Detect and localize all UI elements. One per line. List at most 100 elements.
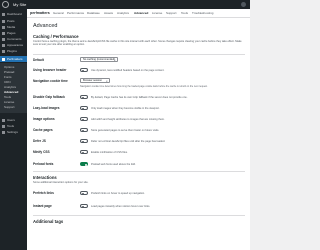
- cookie-time-select[interactable]: Browser session ▾: [80, 78, 110, 83]
- toggle-browser-header[interactable]: [80, 68, 88, 72]
- submenu-item-analytics[interactable]: Analytics: [4, 85, 16, 89]
- pages-icon: [2, 31, 5, 35]
- tab-support[interactable]: Support: [166, 11, 177, 15]
- toggle-preload-fonts[interactable]: [80, 162, 88, 166]
- tab-database[interactable]: Database: [87, 11, 100, 15]
- row-label-cookie-time: Navigation cookie time: [33, 79, 68, 83]
- toggle-prefetch[interactable]: [80, 191, 88, 195]
- row-label-minify-css: Minify CSS: [33, 150, 50, 154]
- help-text-cookie-time: Navigation cookie time determines how lo…: [80, 85, 208, 88]
- default-select[interactable]: No caching (recommended) ▾: [80, 57, 118, 62]
- option-text-preload-fonts: Preload web fonts used above the fold.: [91, 162, 136, 166]
- toggle-knob: [81, 129, 84, 132]
- toggle-lazy-load[interactable]: [80, 106, 88, 110]
- row-label-preload-fonts: Preload fonts: [33, 162, 54, 166]
- toggle-knob: [81, 140, 84, 143]
- option-text-instant-page: Load pages instantly when visitors hover…: [91, 204, 151, 208]
- page-title: Advanced: [33, 23, 58, 29]
- media-icon: [2, 25, 5, 29]
- wordpress-logo-icon[interactable]: [2, 1, 9, 8]
- posts-icon: [2, 19, 5, 23]
- settings-icon: [2, 130, 5, 134]
- toggle-knob: [85, 163, 88, 166]
- chevron-down-icon: ▾: [114, 58, 116, 62]
- toggle-knob: [81, 151, 84, 154]
- submenu-item-fonts[interactable]: Fonts: [4, 75, 12, 79]
- admin-sidebar: Dashboard Posts Media Pages Comments App…: [0, 9, 27, 250]
- submenu-item-advanced[interactable]: Advanced: [4, 90, 18, 94]
- tab-analytics[interactable]: Analytics: [117, 11, 129, 15]
- submenu-item-tools[interactable]: Tools: [4, 95, 11, 99]
- toggle-knob: [81, 118, 84, 121]
- plugins-icon: [2, 49, 5, 53]
- row-label-instant-page: Instant page: [33, 204, 52, 208]
- main-content: perfmatters General Performance Database…: [27, 9, 250, 250]
- section-title-caching: Caching / Performance: [33, 34, 79, 39]
- sidebar-item-settings[interactable]: Settings: [0, 129, 27, 135]
- toggle-knob: [81, 107, 84, 110]
- option-text-prefetch: Prefetch links on hover to speed up navi…: [91, 191, 145, 195]
- divider: [33, 215, 245, 216]
- toggle-defer-js[interactable]: [80, 139, 88, 143]
- toggle-image-options[interactable]: [80, 117, 88, 121]
- appearance-icon: [2, 43, 5, 47]
- row-label-cache-pages: Cache pages: [33, 128, 53, 132]
- users-icon: [2, 118, 5, 122]
- option-text-lazy-load: Only load images when they become visibl…: [91, 106, 160, 110]
- sidebar-item-plugins[interactable]: Plugins: [0, 48, 27, 54]
- option-text-defer-js: Defer non-critical JavaScript files unti…: [91, 139, 166, 143]
- sidebar-submenu: Options Preload Fonts CDN Analytics Adva…: [0, 63, 27, 113]
- row-label-lazy-load: Lazy-load images: [33, 106, 60, 110]
- section-title-additional-tags: Additional tags: [33, 219, 64, 224]
- toggle-gzip[interactable]: [80, 95, 88, 99]
- toggle-cache-pages[interactable]: [80, 128, 88, 132]
- submenu-item-license[interactable]: License: [4, 100, 14, 104]
- sidebar-item-perfmatters[interactable]: Perfmatters: [0, 56, 27, 62]
- perfmatters-icon: [2, 57, 5, 61]
- section-description-caching: Control how a caching plugin, the theme …: [33, 40, 242, 47]
- submenu-item-options[interactable]: Options: [4, 65, 14, 69]
- divider: [33, 54, 245, 55]
- option-text-image-options: Add width and height attributes to image…: [91, 117, 165, 121]
- toggle-instant-page[interactable]: [80, 204, 88, 208]
- tab-advanced[interactable]: Advanced: [134, 11, 148, 15]
- row-label-default: Default: [33, 58, 44, 62]
- row-label-image-options: Image options: [33, 117, 55, 121]
- toggle-knob: [81, 69, 84, 72]
- row-label-prefetch: Prefetch links: [33, 191, 54, 195]
- option-text-gzip: By default, Page Cache has its own Gzip …: [91, 95, 188, 99]
- site-name-link[interactable]: My Site: [13, 1, 26, 8]
- section-description-interactions: Some additional interaction options for …: [33, 181, 89, 184]
- tab-license[interactable]: License: [152, 11, 162, 15]
- tab-tools[interactable]: Tools: [181, 11, 188, 15]
- tab-assets[interactable]: Assets: [104, 11, 113, 15]
- tab-performance[interactable]: Performance: [67, 11, 84, 15]
- toggle-knob: [81, 192, 84, 195]
- row-label-defer-js: Defer JS: [33, 139, 46, 143]
- option-text-minify-css: Enable minification of CSS files.: [91, 150, 128, 154]
- row-label-gzip: Disable Gzip fallback: [33, 95, 65, 99]
- sidebar-item-dashboard[interactable]: Dashboard: [0, 11, 27, 17]
- submenu-item-cdn[interactable]: CDN: [4, 80, 11, 84]
- option-text-cache-pages: Store generated pages to serve them fast…: [91, 128, 160, 132]
- default-select-value: No caching (recommended): [83, 58, 116, 61]
- chevron-down-icon: ▾: [106, 79, 108, 83]
- tools-icon: [2, 124, 5, 128]
- toggle-knob: [81, 96, 84, 99]
- dashboard-icon: [2, 12, 5, 16]
- submenu-item-support[interactable]: Support: [4, 105, 15, 109]
- tab-troubleshooting[interactable]: Troubleshooting: [192, 11, 213, 15]
- submenu-item-preload[interactable]: Preload: [4, 70, 14, 74]
- toggle-knob: [81, 205, 84, 208]
- toggle-minify-css[interactable]: [80, 150, 88, 154]
- divider: [33, 171, 245, 172]
- plugin-logo: perfmatters: [30, 11, 50, 15]
- section-title-interactions: Interactions: [33, 175, 57, 180]
- option-text-browser-header: Use dynamic, last-modified headers based…: [91, 68, 165, 72]
- cookie-time-select-value: Browser session: [83, 79, 103, 82]
- admin-bar: My Site: [0, 0, 250, 9]
- user-avatar[interactable]: [241, 2, 246, 7]
- row-label-browser-header: Using browser header: [33, 68, 67, 72]
- tab-general[interactable]: General: [53, 11, 64, 15]
- plugin-top-nav: perfmatters General Performance Database…: [27, 9, 250, 18]
